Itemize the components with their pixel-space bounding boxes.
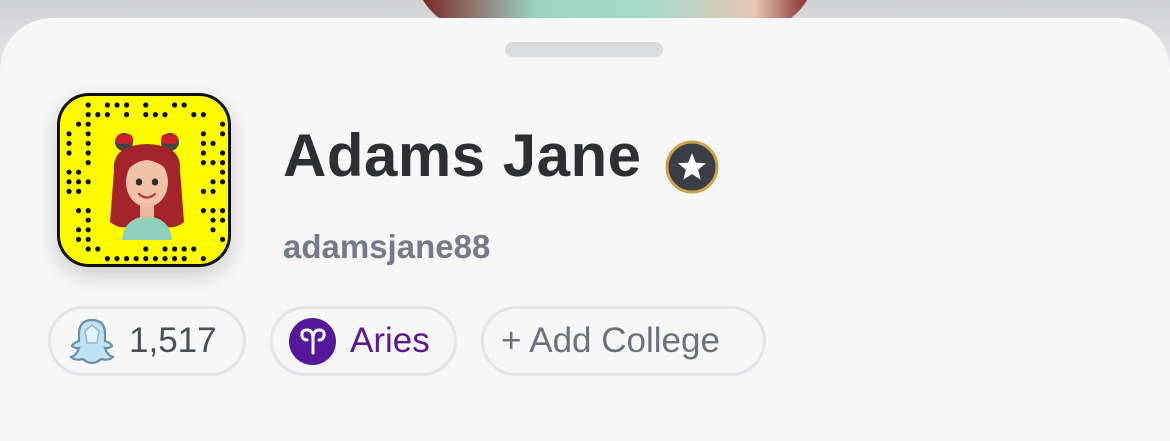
ghost-score-icon — [69, 318, 115, 365]
aries-icon — [289, 317, 336, 365]
snap-score-value: 1,517 — [129, 321, 217, 360]
add-college-button[interactable]: + Add College — [481, 306, 766, 376]
add-college-label: + Add College — [501, 321, 720, 360]
zodiac-chip[interactable]: Aries — [270, 306, 457, 376]
star-badge-icon[interactable] — [665, 140, 719, 194]
snapcode[interactable] — [57, 93, 231, 267]
sheet-grabber-handle[interactable] — [505, 42, 663, 57]
zodiac-label: Aries — [350, 321, 430, 360]
bitmoji-avatar-icon — [110, 133, 184, 240]
snap-score-chip[interactable]: 1,517 — [48, 306, 246, 376]
display-name: Adams Jane — [283, 122, 642, 189]
username: adamsjane88 — [283, 228, 491, 265]
